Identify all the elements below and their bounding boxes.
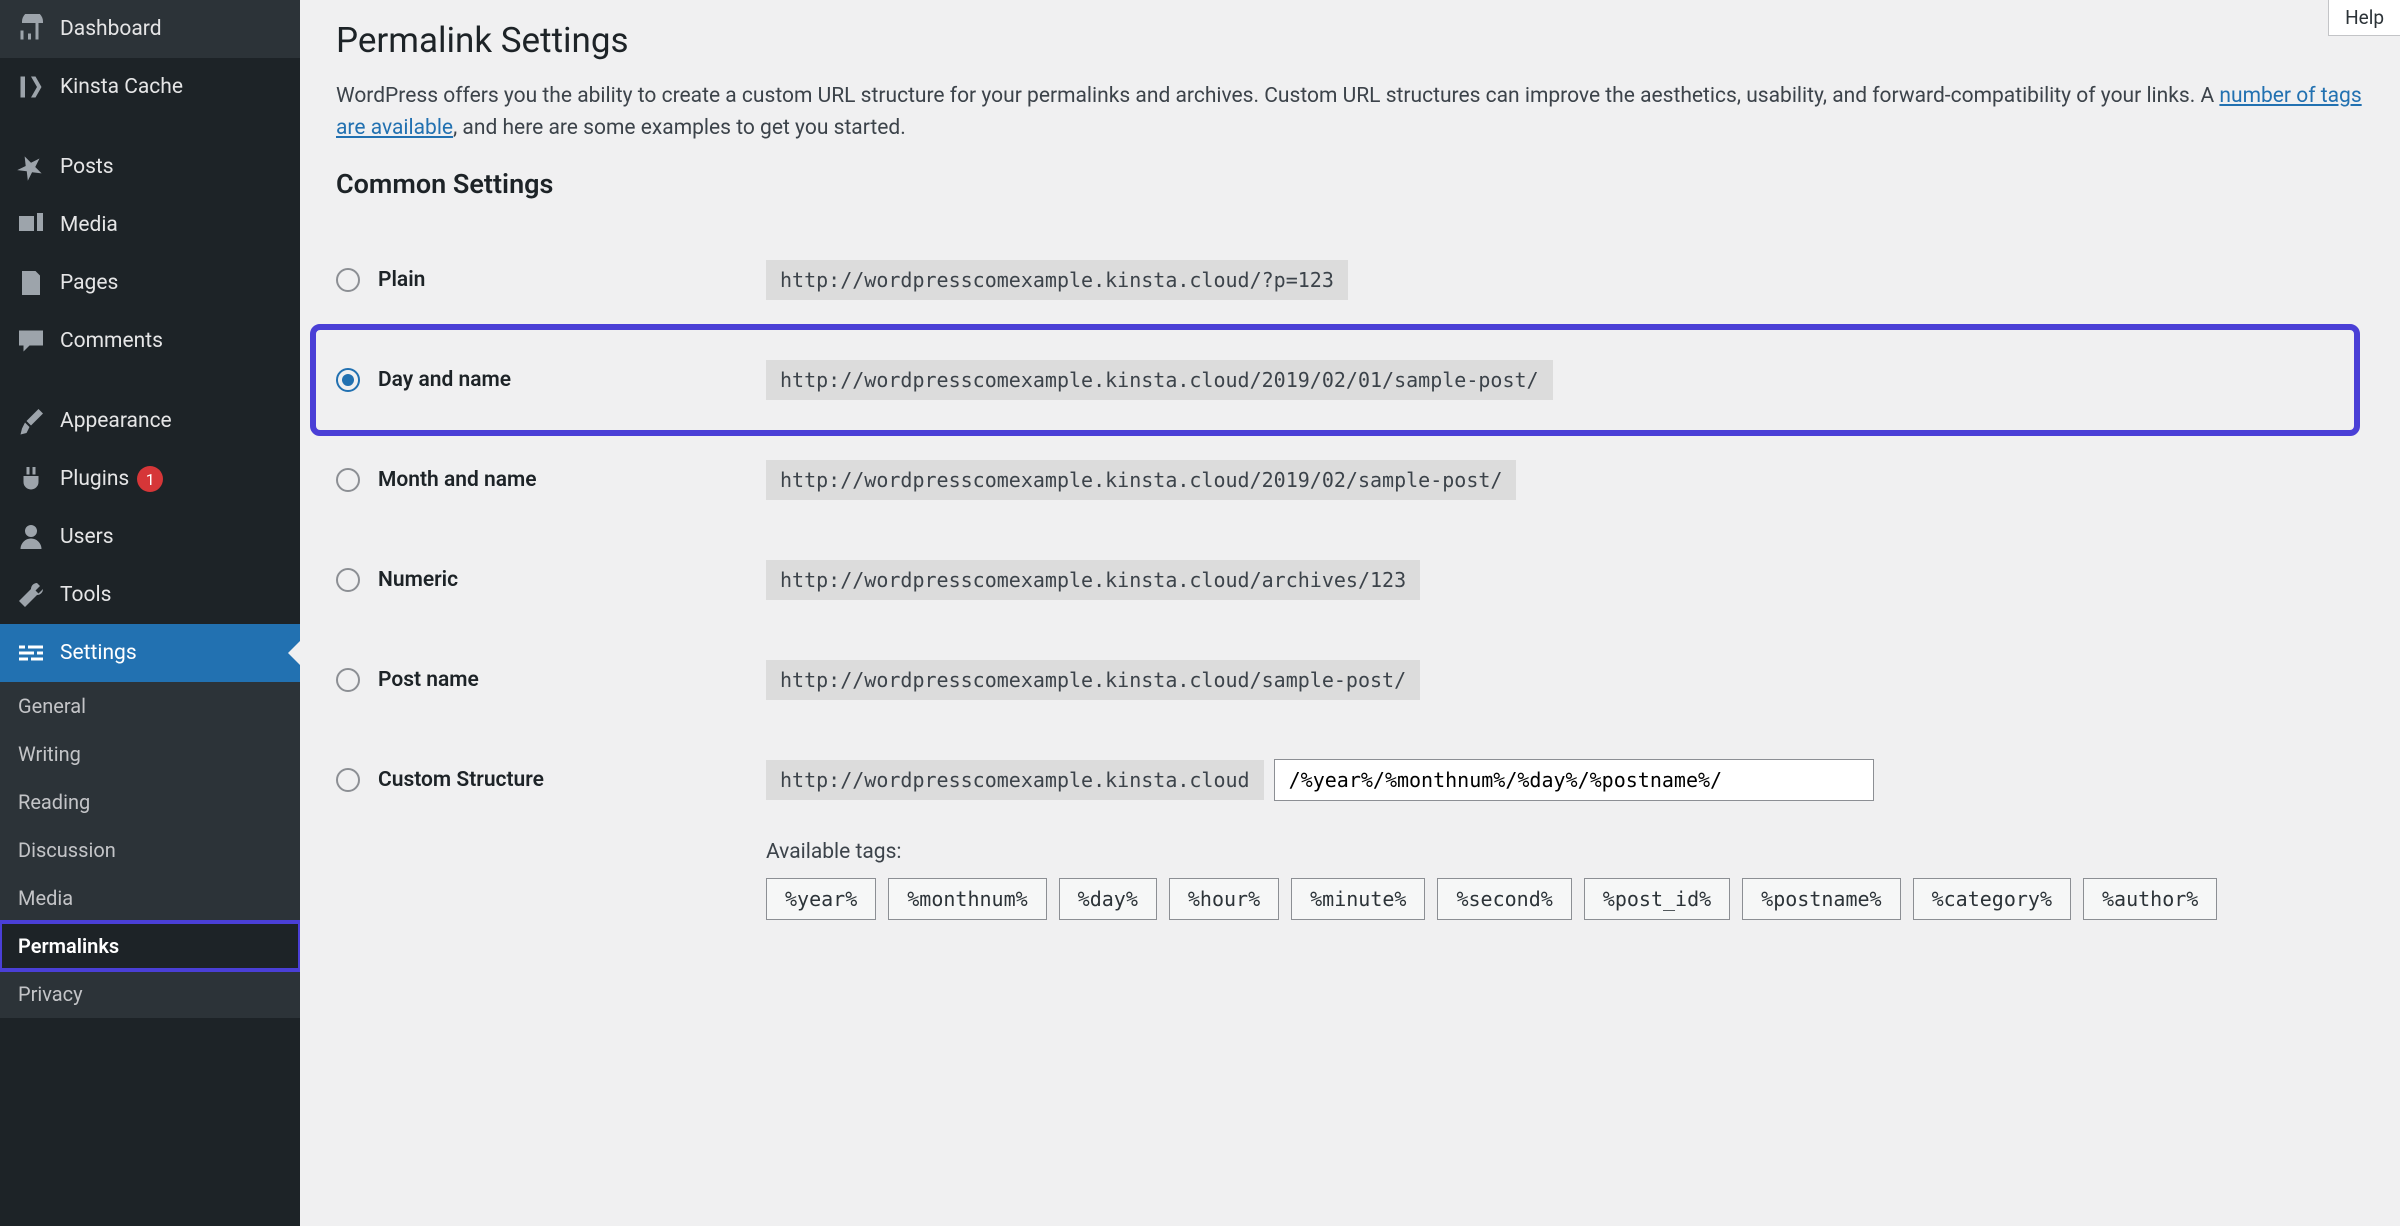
- sidebar-item-label: Settings: [60, 641, 137, 665]
- update-badge: 1: [137, 466, 163, 492]
- tag-button-monthnum[interactable]: %monthnum%: [888, 878, 1046, 920]
- admin-sidebar: Dashboard Kinsta Cache Posts Media Pages Com…: [0, 0, 300, 1226]
- radio-day-and-name[interactable]: [336, 368, 360, 392]
- option-custom-structure[interactable]: Custom Structure http://wordpresscomexam…: [336, 730, 2364, 830]
- user-icon: [16, 522, 46, 552]
- sidebar-sub-reading[interactable]: Reading: [0, 778, 300, 826]
- sidebar-item-comments[interactable]: Comments: [0, 312, 300, 370]
- tag-button-day[interactable]: %day%: [1059, 878, 1157, 920]
- tag-button-postname[interactable]: %postname%: [1742, 878, 1900, 920]
- sidebar-sub-privacy[interactable]: Privacy: [0, 970, 300, 1018]
- brush-icon: [16, 406, 46, 436]
- option-name: Month and name: [378, 468, 537, 492]
- option-example-url: http://wordpresscomexample.kinsta.cloud/…: [766, 360, 1553, 400]
- radio-custom[interactable]: [336, 768, 360, 792]
- kinsta-icon: [16, 72, 46, 102]
- sidebar-item-label: Comments: [60, 329, 163, 353]
- sidebar-item-label: Posts: [60, 155, 114, 179]
- option-month-and-name[interactable]: Month and name http://wordpresscomexample…: [336, 430, 2364, 530]
- page-title: Permalink Settings: [336, 20, 2364, 61]
- radio-post-name[interactable]: [336, 668, 360, 692]
- available-tags-label: Available tags:: [766, 840, 2364, 864]
- sidebar-item-pages[interactable]: Pages: [0, 254, 300, 312]
- sidebar-sub-permalinks[interactable]: Permalinks: [0, 922, 300, 970]
- sidebar-item-label: Media: [60, 213, 118, 237]
- sidebar-item-tools[interactable]: Tools: [0, 566, 300, 624]
- sidebar-sub-general[interactable]: General: [0, 682, 300, 730]
- tag-button-minute[interactable]: %minute%: [1291, 878, 1425, 920]
- plug-icon: [16, 464, 46, 494]
- tag-button-author[interactable]: %author%: [2083, 878, 2217, 920]
- option-name: Day and name: [378, 368, 511, 392]
- section-heading: Common Settings: [336, 168, 2364, 200]
- comment-icon: [16, 326, 46, 356]
- option-name: Post name: [378, 668, 479, 692]
- tag-button-year[interactable]: %year%: [766, 878, 876, 920]
- option-example-url: http://wordpresscomexample.kinsta.cloud/…: [766, 560, 1420, 600]
- sidebar-item-appearance[interactable]: Appearance: [0, 392, 300, 450]
- help-tab[interactable]: Help: [2328, 0, 2400, 36]
- sidebar-item-kinsta-cache[interactable]: Kinsta Cache: [0, 58, 300, 116]
- tag-button-post_id[interactable]: %post_id%: [1584, 878, 1730, 920]
- main-content: Help Permalink Settings WordPress offers…: [300, 0, 2400, 1226]
- wrench-icon: [16, 580, 46, 610]
- sidebar-item-users[interactable]: Users: [0, 508, 300, 566]
- tag-button-category[interactable]: %category%: [1913, 878, 2071, 920]
- option-name: Plain: [378, 268, 425, 292]
- radio-numeric[interactable]: [336, 568, 360, 592]
- settings-icon: [16, 638, 46, 668]
- sidebar-item-dashboard[interactable]: Dashboard: [0, 0, 300, 58]
- sidebar-item-label: Appearance: [60, 409, 172, 433]
- tag-button-second[interactable]: %second%: [1437, 878, 1571, 920]
- sidebar-sub-media[interactable]: Media: [0, 874, 300, 922]
- sidebar-item-label: Pages: [60, 271, 118, 295]
- option-example-url: http://wordpresscomexample.kinsta.cloud/…: [766, 460, 1516, 500]
- sidebar-item-posts[interactable]: Posts: [0, 138, 300, 196]
- sidebar-item-label: Kinsta Cache: [60, 75, 183, 99]
- custom-prefix: http://wordpresscomexample.kinsta.cloud: [766, 760, 1264, 800]
- option-name: Custom Structure: [378, 768, 544, 792]
- option-numeric[interactable]: Numeric http://wordpresscomexample.kinsta…: [336, 530, 2364, 630]
- pin-icon: [16, 152, 46, 182]
- sidebar-item-media[interactable]: Media: [0, 196, 300, 254]
- sidebar-item-label: Tools: [60, 583, 111, 607]
- option-day-and-name[interactable]: Day and name http://wordpresscomexample.k…: [316, 330, 2354, 430]
- sidebar-item-label: Dashboard: [60, 17, 162, 41]
- sidebar-item-label: Plugins: [60, 467, 129, 491]
- tag-button-hour[interactable]: %hour%: [1169, 878, 1279, 920]
- option-plain[interactable]: Plain http://wordpresscomexample.kinsta.c…: [336, 230, 2364, 330]
- page-icon: [16, 268, 46, 298]
- sidebar-sub-discussion[interactable]: Discussion: [0, 826, 300, 874]
- intro-text: WordPress offers you the ability to crea…: [336, 81, 2364, 144]
- option-post-name[interactable]: Post name http://wordpresscomexample.kins…: [336, 630, 2364, 730]
- option-example-url: http://wordpresscomexample.kinsta.cloud/…: [766, 260, 1348, 300]
- sidebar-item-plugins[interactable]: Plugins 1: [0, 450, 300, 508]
- option-name: Numeric: [378, 568, 458, 592]
- sidebar-item-settings[interactable]: Settings: [0, 624, 300, 682]
- sidebar-sub-writing[interactable]: Writing: [0, 730, 300, 778]
- dashboard-icon: [16, 14, 46, 44]
- sidebar-item-label: Users: [60, 525, 114, 549]
- radio-month-and-name[interactable]: [336, 468, 360, 492]
- media-icon: [16, 210, 46, 240]
- option-example-url: http://wordpresscomexample.kinsta.cloud/…: [766, 660, 1420, 700]
- custom-structure-input[interactable]: [1274, 759, 1874, 801]
- radio-plain[interactable]: [336, 268, 360, 292]
